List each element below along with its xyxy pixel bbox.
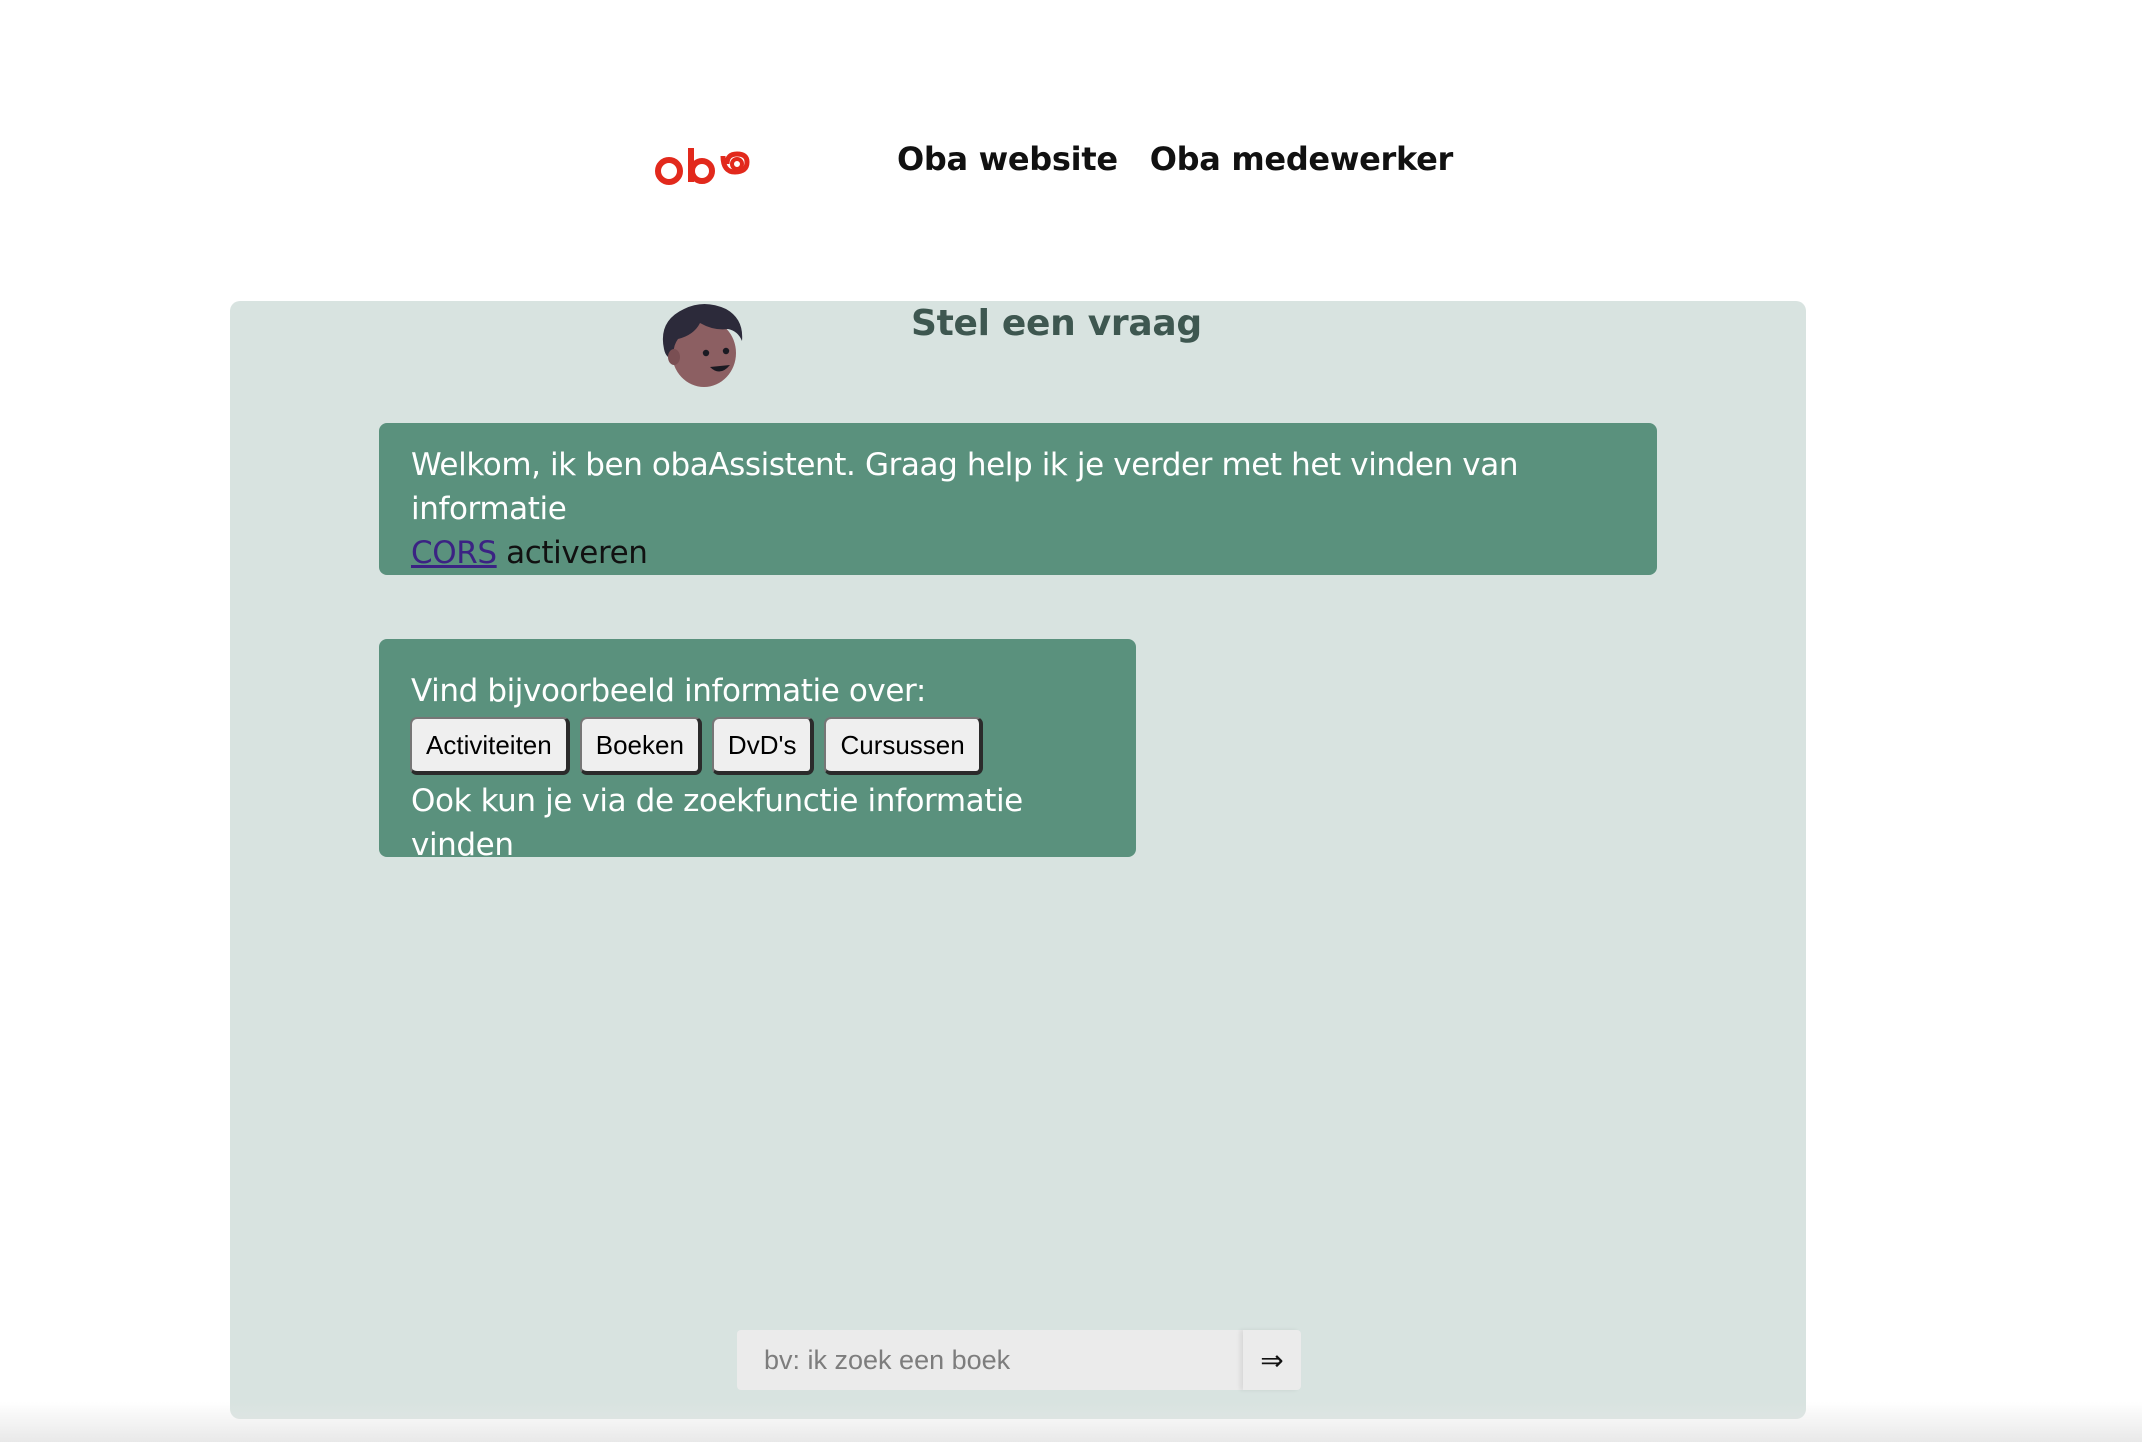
chat-search-form: ⇒ (737, 1330, 1301, 1390)
suggestions-outro: Ook kun je via de zoekfunctie informatie… (411, 783, 1023, 863)
welcome-text: Welkom, ik ben obaAssistent. Graag help … (411, 447, 1519, 527)
page: Oba website Oba medewerker Stel een vraa… (0, 0, 2142, 1442)
chat-title: Stel een vraag (911, 303, 1202, 344)
search-submit-button[interactable]: ⇒ (1243, 1330, 1301, 1390)
nav-oba-website-link[interactable]: Oba website (897, 140, 1118, 178)
nav-oba-medewerker-link[interactable]: Oba medewerker (1150, 140, 1454, 178)
cors-activate-text: activeren (496, 535, 648, 571)
cursussen-button[interactable]: Cursussen (824, 717, 983, 775)
oba-logo[interactable] (655, 142, 750, 192)
suggestion-buttons: Activiteiten Boeken DvD's Cursussen (410, 717, 1104, 775)
suggestions-message: Vind bijvoorbeeld informatie over: Activ… (379, 639, 1136, 863)
welcome-message: Welkom, ik ben obaAssistent. Graag help … (379, 423, 1657, 575)
assistant-avatar (662, 304, 743, 387)
dvds-button[interactable]: DvD's (711, 717, 815, 775)
activiteiten-button[interactable]: Activiteiten (410, 717, 570, 775)
top-nav: Oba website Oba medewerker (897, 140, 1453, 178)
suggestions-intro: Vind bijvoorbeeld informatie over: (411, 673, 926, 709)
boeken-button[interactable]: Boeken (579, 717, 702, 775)
chat-panel: Stel een vraag Welkom, ik ben obaAssiste… (230, 301, 1806, 1419)
chat-search-input[interactable] (737, 1330, 1243, 1390)
cors-link[interactable]: CORS (411, 535, 497, 571)
bottom-edge-shadow (0, 1402, 2142, 1442)
